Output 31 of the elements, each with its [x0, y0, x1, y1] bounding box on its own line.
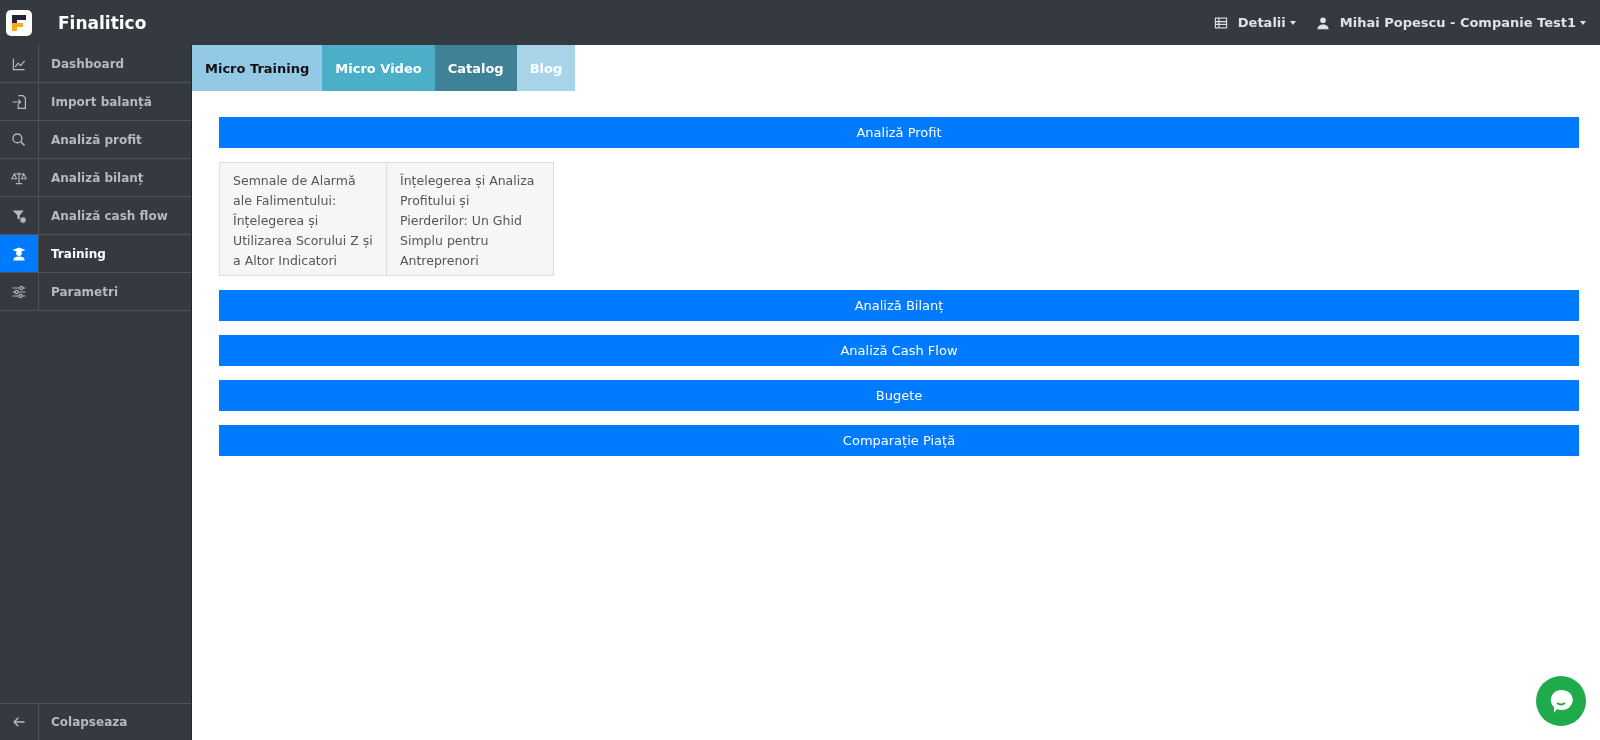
user-menu[interactable]: Mihai Popescu - Companie Test1: [1315, 15, 1586, 30]
arrow-left-icon: [12, 715, 26, 729]
sidebar-item[interactable]: Parametri: [0, 273, 191, 311]
balance-scale-icon: [11, 169, 27, 186]
sidebar-item[interactable]: Analiză bilanț: [0, 159, 191, 197]
collapse-button[interactable]: Colapseaza: [0, 704, 191, 740]
table-icon: [1213, 15, 1228, 30]
sidebar-item[interactable]: Import balanță: [0, 83, 191, 121]
tab[interactable]: Catalog: [434, 45, 517, 91]
section-header[interactable]: Bugete: [219, 380, 1579, 411]
section-header[interactable]: Comparație Piață: [219, 425, 1579, 456]
file-import-icon: [11, 93, 27, 110]
training-card[interactable]: Înțelegerea și Analiza Profitului și Pierderilor: Un Ghid Simplu pentru Antreprenori: [387, 162, 554, 276]
section-header[interactable]: Analiză Cash Flow: [219, 335, 1579, 366]
sidebar-item[interactable]: Dashboard: [0, 45, 191, 83]
brand-name: Finalitico: [58, 12, 147, 33]
user-icon: [1315, 15, 1330, 30]
section-header[interactable]: Analiză Bilanț: [219, 290, 1579, 321]
logo-icon: [6, 9, 32, 36]
line-chart-icon: [11, 55, 27, 72]
sidebar-item[interactable]: Analiză profit: [0, 121, 191, 159]
chat-icon[interactable]: [1536, 676, 1586, 726]
details-menu[interactable]: Detalii: [1213, 15, 1296, 30]
section-header[interactable]: Analiză Profit: [219, 117, 1579, 148]
tab[interactable]: Micro Training: [192, 45, 323, 91]
training-card[interactable]: Semnale de Alarmă ale Falimentului: Înțelegerea și Utilizarea Scorului Z și a Altor Indicatori: [219, 162, 387, 276]
graduate-icon: [11, 245, 27, 262]
funnel-coin-icon: [11, 207, 27, 224]
sliders-icon: [11, 283, 27, 300]
sidebar-item[interactable]: Training: [0, 235, 191, 273]
search-icon: [11, 131, 27, 148]
